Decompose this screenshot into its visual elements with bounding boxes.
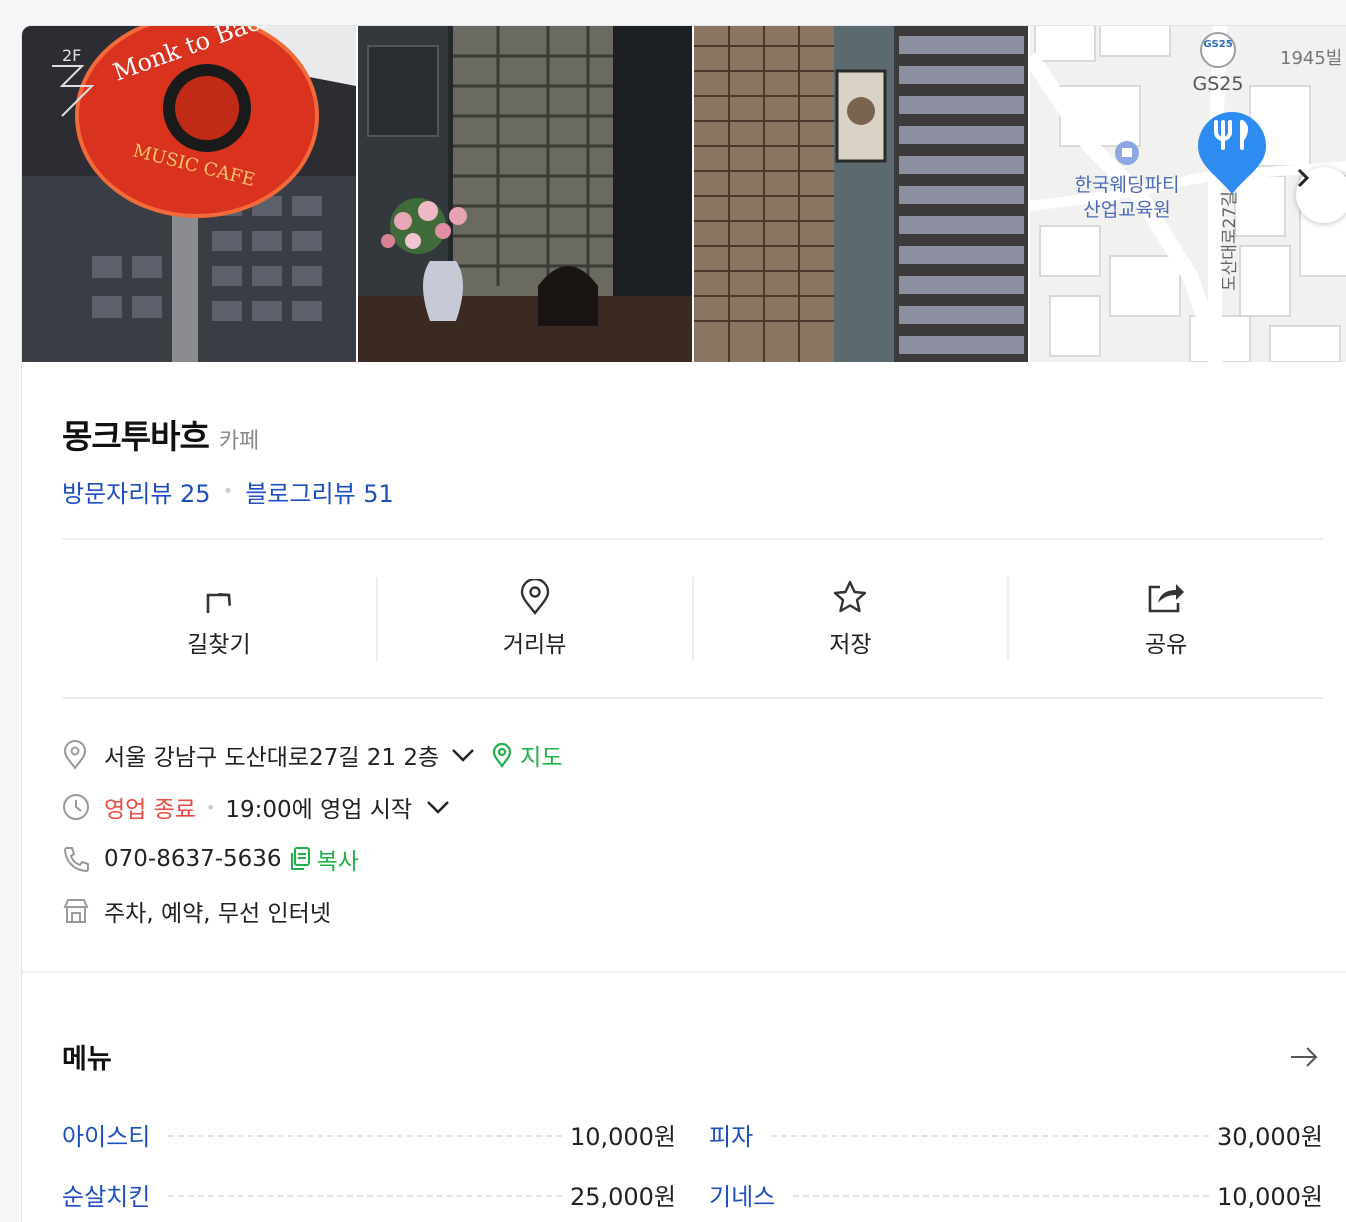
map-link-label: 지도: [520, 745, 563, 771]
location-icon: [62, 740, 104, 770]
gs25-badge-text: GS25: [1203, 39, 1232, 50]
poi-label-line1: 한국웨딩파티: [1075, 174, 1180, 196]
map-link[interactable]: 지도: [491, 738, 563, 772]
star-icon: [834, 580, 867, 612]
menu-item-price: 30,000원: [1216, 1122, 1323, 1151]
menu-item[interactable]: 아이스티 10,000원: [62, 1104, 676, 1164]
menu-more-button[interactable]: [1289, 1046, 1319, 1068]
amenities-row: 주차, 예약, 무선 인터넷: [62, 885, 1323, 937]
menu-grid: 아이스티 10,000원 피자 30,000원 순살치킨 25,000원 기네스…: [62, 1104, 1323, 1222]
place-category: 카페: [218, 429, 260, 454]
separator-dot: •: [205, 797, 216, 817]
menu-item-name: 아이스티: [62, 1122, 151, 1151]
save-button[interactable]: 저장: [694, 576, 1010, 661]
visitor-review-link[interactable]: 방문자리뷰 25: [62, 474, 211, 509]
street-label: 도산대로27길: [1220, 191, 1240, 291]
directions-icon: [206, 592, 231, 613]
menu-item-name: 기네스: [709, 1182, 776, 1211]
dotted-leader: [793, 1195, 1209, 1197]
pin-icon: [520, 578, 549, 615]
store-icon: [62, 897, 104, 925]
details-list: 서울 강남구 도산대로27길 21 2층 지도 영업 종료 • 19:00에 영…: [62, 699, 1323, 971]
map-preview[interactable]: GS25 GS25 1945빌 한국웨딩파티 산업교육원 도산대로27길: [1030, 26, 1346, 362]
action-bar: 길찾기 거리뷰 저장 공유: [62, 540, 1323, 697]
menu-item-price: 10,000원: [1216, 1182, 1323, 1211]
dotted-leader: [168, 1135, 562, 1137]
menu-item-name: 순살치킨: [62, 1182, 151, 1211]
share-label: 공유: [1144, 631, 1188, 658]
place-card: Monk to Bach MUSIC CAFE 2F GS25 GS25 194…: [21, 25, 1346, 1222]
status-text: 영업 종료: [104, 797, 196, 823]
share-icon: [1148, 583, 1185, 612]
copy-icon: [290, 847, 310, 870]
hours-row: 영업 종료 • 19:00에 영업 시작: [62, 781, 1323, 833]
arrow-right-icon: [1291, 1046, 1318, 1067]
share-button[interactable]: 공유: [1009, 577, 1323, 661]
blog-review-link[interactable]: 블로그리뷰 51: [245, 474, 394, 509]
hours-expand-icon[interactable]: [426, 800, 450, 814]
sign-2f-text: 2F: [62, 46, 81, 65]
clock-icon: [62, 793, 104, 821]
street-view-label: 거리뷰: [502, 631, 567, 658]
directions-button[interactable]: 길찾기: [62, 576, 378, 661]
menu-header: 메뉴: [62, 1037, 1323, 1076]
place-info: 몽크투바흐 카페 방문자리뷰 25 • 블로그리뷰 51 길찾기 거리뷰 저장 …: [22, 410, 1346, 971]
address-expand-icon[interactable]: [451, 748, 475, 762]
menu-item[interactable]: 순살치킨 25,000원: [62, 1164, 676, 1222]
photo-signboard[interactable]: Monk to Bach MUSIC CAFE 2F: [22, 26, 356, 362]
menu-item[interactable]: 피자 30,000원: [709, 1104, 1323, 1164]
place-title: 몽크투바흐: [62, 417, 210, 456]
phone-text: 070-8637-5636: [104, 846, 282, 872]
address-text: 서울 강남구 도산대로27길 21 2층: [104, 745, 440, 771]
photo-cd-wall[interactable]: [694, 26, 1028, 362]
street-view-button[interactable]: 거리뷰: [378, 576, 694, 661]
title-row: 몽크투바흐 카페: [62, 410, 1323, 458]
menu-title: 메뉴: [62, 1044, 112, 1075]
copy-label: 복사: [316, 849, 359, 875]
separator-dot: •: [222, 481, 234, 502]
hours-text: 19:00에 영업 시작: [225, 797, 413, 823]
phone-row: 070-8637-5636 복사: [62, 833, 1323, 885]
poi-label-line2: 산업교육원: [1083, 199, 1170, 221]
building-label: 1945빌: [1280, 48, 1342, 69]
phone-icon: [62, 845, 104, 873]
dotted-leader: [168, 1195, 562, 1197]
directions-label: 길찾기: [187, 631, 251, 658]
amenities-text: 주차, 예약, 무선 인터넷: [104, 901, 331, 927]
section-divider: [22, 971, 1346, 973]
menu-item-price: 10,000원: [569, 1122, 676, 1151]
review-row: 방문자리뷰 25 • 블로그리뷰 51: [62, 474, 1323, 509]
photo-flowers[interactable]: [358, 26, 692, 362]
dotted-leader: [771, 1135, 1209, 1137]
menu-item-price: 25,000원: [569, 1182, 676, 1211]
menu-item-name: 피자: [709, 1122, 754, 1151]
photo-strip: Monk to Bach MUSIC CAFE 2F GS25 GS25 194…: [22, 26, 1346, 362]
chevron-right-icon: [1297, 168, 1310, 188]
map-pin-green-icon: [493, 742, 512, 768]
gs25-label: GS25: [1193, 73, 1244, 95]
next-photo-button[interactable]: [1296, 167, 1346, 223]
save-label: 저장: [829, 631, 872, 658]
menu-item[interactable]: 기네스 10,000원: [709, 1164, 1323, 1222]
copy-button[interactable]: 복사: [288, 842, 359, 876]
menu-section: 메뉴 아이스티 10,000원 피자 30,000원 순살치킨 25,000원: [22, 1037, 1346, 1222]
address-row: 서울 강남구 도산대로27길 21 2층 지도: [62, 729, 1323, 781]
